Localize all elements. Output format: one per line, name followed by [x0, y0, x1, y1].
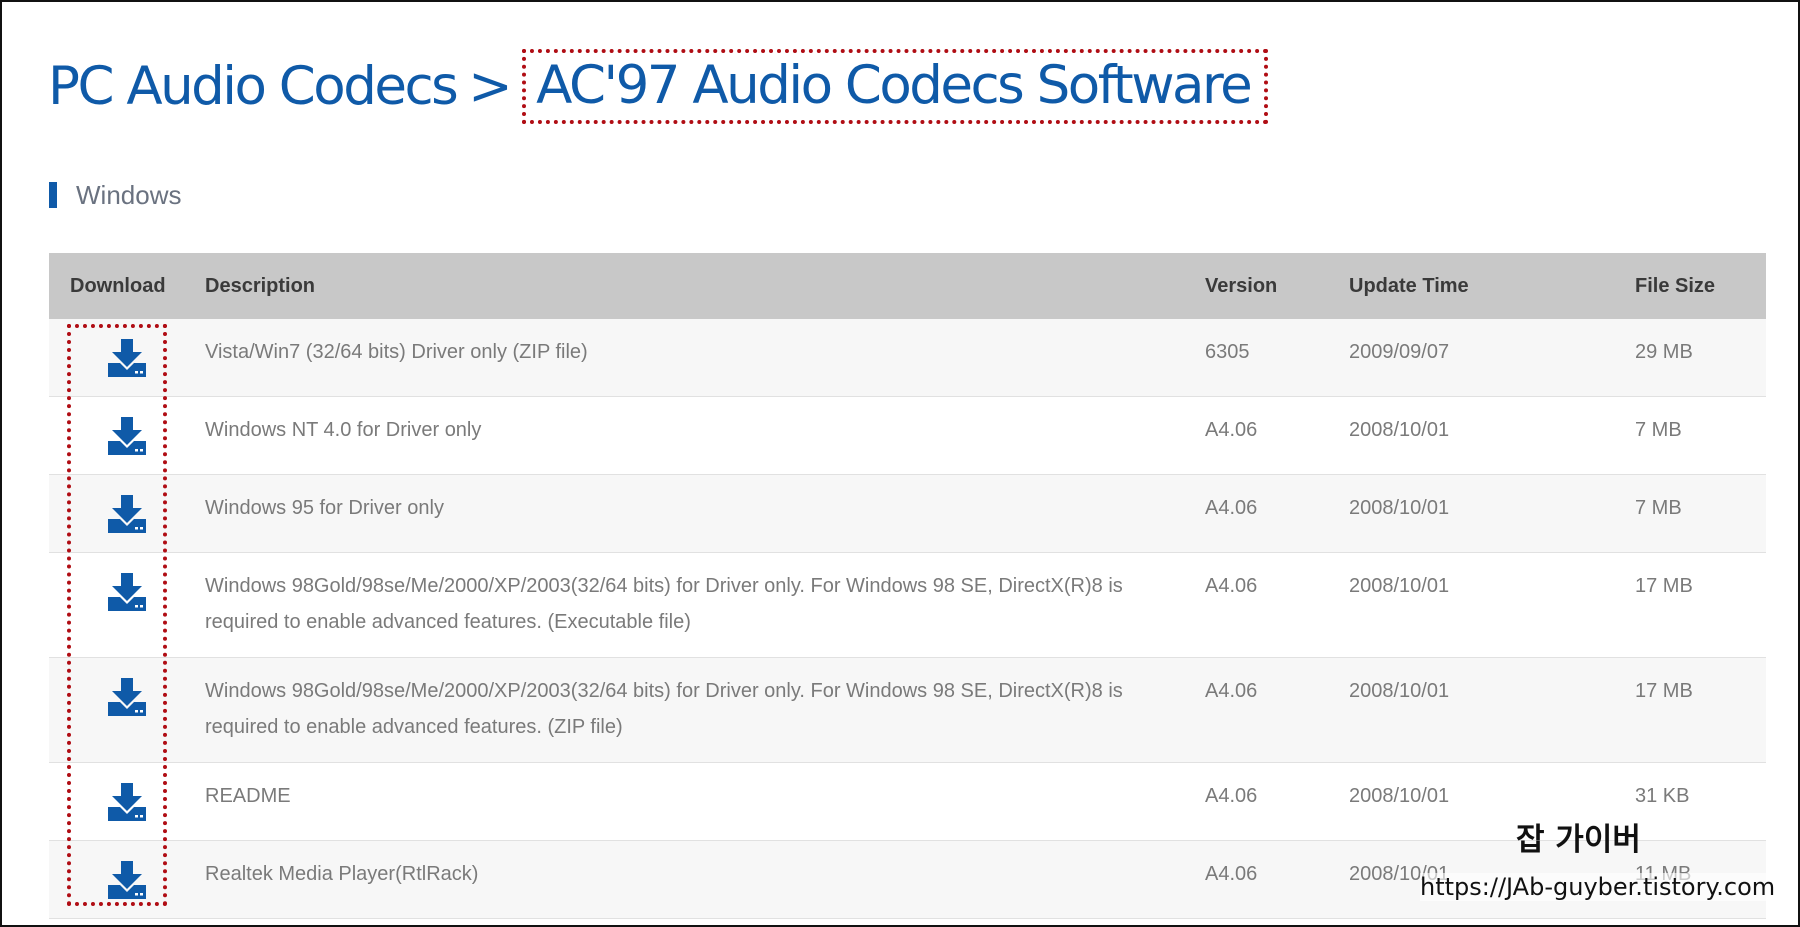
- row-update-time: 2008/10/01: [1349, 785, 1450, 807]
- section-title-windows: Windows: [76, 179, 182, 210]
- download-icon[interactable]: [106, 417, 148, 457]
- watermark-url: https://JAb-guyber.tistory.com: [1420, 873, 1776, 901]
- row-version: A4.06: [1205, 419, 1258, 441]
- table-row: Windows NT 4.0 for Driver only A4.06 200…: [49, 397, 1766, 475]
- table-row: Vista/Win7 (32/64 bits) Driver only (ZIP…: [49, 319, 1766, 397]
- row-file-size: 17 MB: [1635, 575, 1693, 597]
- table-row: Windows 98Gold/98se/Me/2000/XP/2003(32/6…: [49, 658, 1766, 763]
- table-header-row: Download Description Version Update Time…: [49, 253, 1766, 319]
- download-cell: [49, 397, 205, 457]
- header-download: Download: [70, 274, 166, 297]
- row-description[interactable]: Windows 98Gold/98se/Me/2000/XP/2003(32/6…: [205, 553, 1205, 640]
- breadcrumb-separator: >: [468, 55, 512, 117]
- row-description[interactable]: Windows 98Gold/98se/Me/2000/XP/2003(32/6…: [205, 658, 1205, 745]
- row-update-time: 2008/10/01: [1349, 680, 1450, 702]
- row-description[interactable]: Windows 95 for Driver only: [205, 475, 1205, 526]
- download-cell: [49, 841, 205, 901]
- download-cell: [49, 475, 205, 535]
- row-version: A4.06: [1205, 785, 1258, 807]
- row-description[interactable]: Windows NT 4.0 for Driver only: [205, 397, 1205, 448]
- row-description[interactable]: Vista/Win7 (32/64 bits) Driver only (ZIP…: [205, 319, 1205, 370]
- row-version: 6305: [1205, 341, 1250, 363]
- row-update-time: 2008/10/01: [1349, 419, 1450, 441]
- row-update-time: 2008/10/01: [1349, 497, 1450, 519]
- download-icon[interactable]: [106, 495, 148, 535]
- row-update-time: 2009/09/07: [1349, 341, 1450, 363]
- header-update-time: Update Time: [1349, 274, 1469, 297]
- download-cell: [49, 763, 205, 823]
- breadcrumb: PC Audio Codecs > AC'97 Audio Codecs Sof…: [48, 46, 1269, 126]
- header-description: Description: [205, 274, 316, 297]
- row-file-size: 7 MB: [1635, 419, 1682, 441]
- breadcrumb-current-page: AC'97 Audio Codecs Software: [522, 48, 1269, 124]
- header-version: Version: [1205, 274, 1278, 297]
- row-description[interactable]: README: [205, 763, 1205, 814]
- row-version: A4.06: [1205, 575, 1258, 597]
- table-body: Vista/Win7 (32/64 bits) Driver only (ZIP…: [49, 319, 1766, 919]
- row-update-time: 2008/10/01: [1349, 575, 1450, 597]
- download-icon[interactable]: [106, 339, 148, 379]
- row-file-size: 17 MB: [1635, 680, 1693, 702]
- table-row: Windows 95 for Driver only A4.06 2008/10…: [49, 475, 1766, 553]
- row-version: A4.06: [1205, 680, 1258, 702]
- row-file-size: 7 MB: [1635, 497, 1682, 519]
- breadcrumb-parent-link[interactable]: PC Audio Codecs: [48, 56, 459, 117]
- download-cell: [49, 658, 205, 718]
- table-row: README A4.06 2008/10/01 31 KB: [49, 763, 1766, 841]
- watermark-title: 잡 가이버: [1516, 822, 1641, 858]
- section-accent-bar: [49, 182, 57, 208]
- row-version: A4.06: [1205, 863, 1258, 885]
- download-icon[interactable]: [106, 783, 148, 823]
- row-file-size: 31 KB: [1635, 785, 1690, 807]
- download-cell: [49, 553, 205, 613]
- screenshot-frame: PC Audio Codecs > AC'97 Audio Codecs Sof…: [0, 0, 1800, 927]
- download-icon[interactable]: [106, 678, 148, 718]
- download-cell: [49, 319, 205, 379]
- row-version: A4.06: [1205, 497, 1258, 519]
- row-description[interactable]: Realtek Media Player(RtlRack): [205, 841, 1205, 892]
- download-icon[interactable]: [106, 573, 148, 613]
- row-file-size: 29 MB: [1635, 341, 1693, 363]
- section-heading: Windows: [49, 180, 181, 210]
- download-icon[interactable]: [106, 861, 148, 901]
- downloads-table: Download Description Version Update Time…: [49, 253, 1766, 919]
- header-file-size: File Size: [1635, 274, 1716, 297]
- table-row: Windows 98Gold/98se/Me/2000/XP/2003(32/6…: [49, 553, 1766, 658]
